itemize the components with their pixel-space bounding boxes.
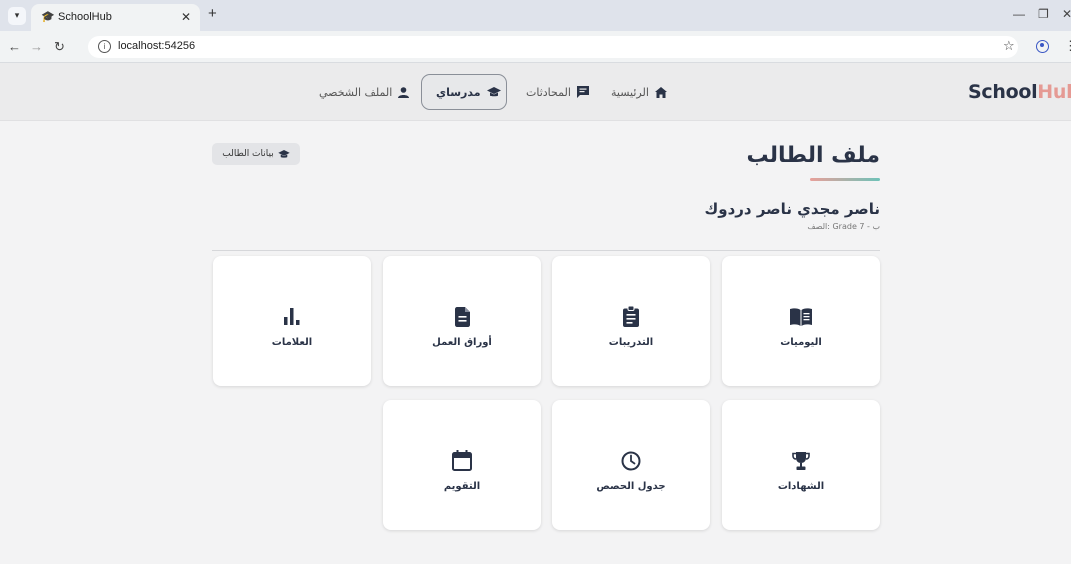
brand-logo[interactable]: SchoolHub (968, 81, 1071, 103)
graduation-cap-icon (278, 149, 290, 158)
close-window-icon[interactable]: ✕ (1062, 7, 1071, 21)
card-grades[interactable]: العلامات (213, 256, 371, 386)
bar-chart-icon (284, 308, 300, 325)
new-tab-button[interactable]: + (208, 6, 217, 22)
card-label: أوراق العمل (432, 336, 492, 348)
chat-icon (576, 86, 589, 98)
url-text: localhost:54256 (118, 40, 196, 52)
card-label: الشهادات (777, 480, 825, 492)
trophy-icon (792, 451, 810, 470)
tab-search-button[interactable]: ▾ (8, 7, 26, 25)
reload-icon[interactable]: ↻ (54, 39, 65, 55)
user-icon (398, 86, 410, 98)
profile-icon[interactable] (1036, 40, 1049, 53)
forward-icon[interactable]: → (30, 39, 43, 54)
home-icon (654, 86, 667, 98)
nav-chats[interactable]: المحادثات (526, 63, 589, 121)
student-grade: الصف: Grade 7 - ب (807, 222, 880, 231)
document-icon (454, 306, 470, 327)
browser-tabstrip: ▾ 🎓 SchoolHub ✕ + — ❐ ✕ (0, 0, 1071, 31)
card-label: العلامات (271, 336, 313, 348)
minimize-icon[interactable]: — (1013, 7, 1025, 21)
card-label: التقويم (443, 480, 481, 492)
student-data-button[interactable]: بيانات الطالب (212, 143, 300, 165)
card-exercises[interactable]: التدريبات (552, 256, 710, 386)
card-label: اليوميات (780, 336, 822, 348)
menu-kebab-icon[interactable]: ⋮ (1064, 38, 1071, 54)
nav-home[interactable]: الرئيسية (611, 63, 667, 121)
address-bar[interactable]: i localhost:54256 (88, 36, 1018, 58)
school-favicon-icon: 🎓 (41, 10, 55, 23)
browser-toolbar: ← → ↻ i localhost:54256 ☆ ⋮ (0, 31, 1071, 63)
title-underline (810, 178, 880, 181)
divider (212, 250, 880, 251)
graduation-cap-icon (486, 86, 501, 96)
clock-icon (621, 451, 641, 470)
student-name: ناصر مجدي ناصر دردوك (704, 200, 880, 218)
card-label: جدول الحصص (596, 480, 666, 492)
back-icon[interactable]: ← (8, 39, 21, 54)
nav-profile[interactable]: الملف الشخصي (319, 63, 410, 121)
card-diaries[interactable]: اليوميات (722, 256, 880, 386)
tab-close-icon[interactable]: ✕ (181, 10, 191, 24)
card-worksheets[interactable]: أوراق العمل (383, 256, 541, 386)
bookmark-star-icon[interactable]: ☆ (1003, 39, 1015, 54)
clipboard-icon (623, 306, 639, 327)
book-icon (790, 307, 812, 326)
card-schedule[interactable]: جدول الحصص (552, 400, 710, 530)
card-label: التدريبات (608, 336, 654, 348)
calendar-icon (452, 450, 472, 471)
tab-title: SchoolHub (58, 11, 112, 23)
app-header: SchoolHub الرئيسية المحادثات مدرساي المل… (0, 63, 1071, 121)
site-info-icon[interactable]: i (98, 40, 111, 53)
restore-icon[interactable]: ❐ (1038, 7, 1049, 21)
card-calendar[interactable]: التقويم (383, 400, 541, 530)
browser-tab[interactable]: 🎓 SchoolHub ✕ (31, 4, 200, 31)
card-certificates[interactable]: الشهادات (722, 400, 880, 530)
page-title: ملف الطالب (746, 143, 880, 168)
nav-my-school[interactable]: مدرساي (436, 63, 501, 121)
